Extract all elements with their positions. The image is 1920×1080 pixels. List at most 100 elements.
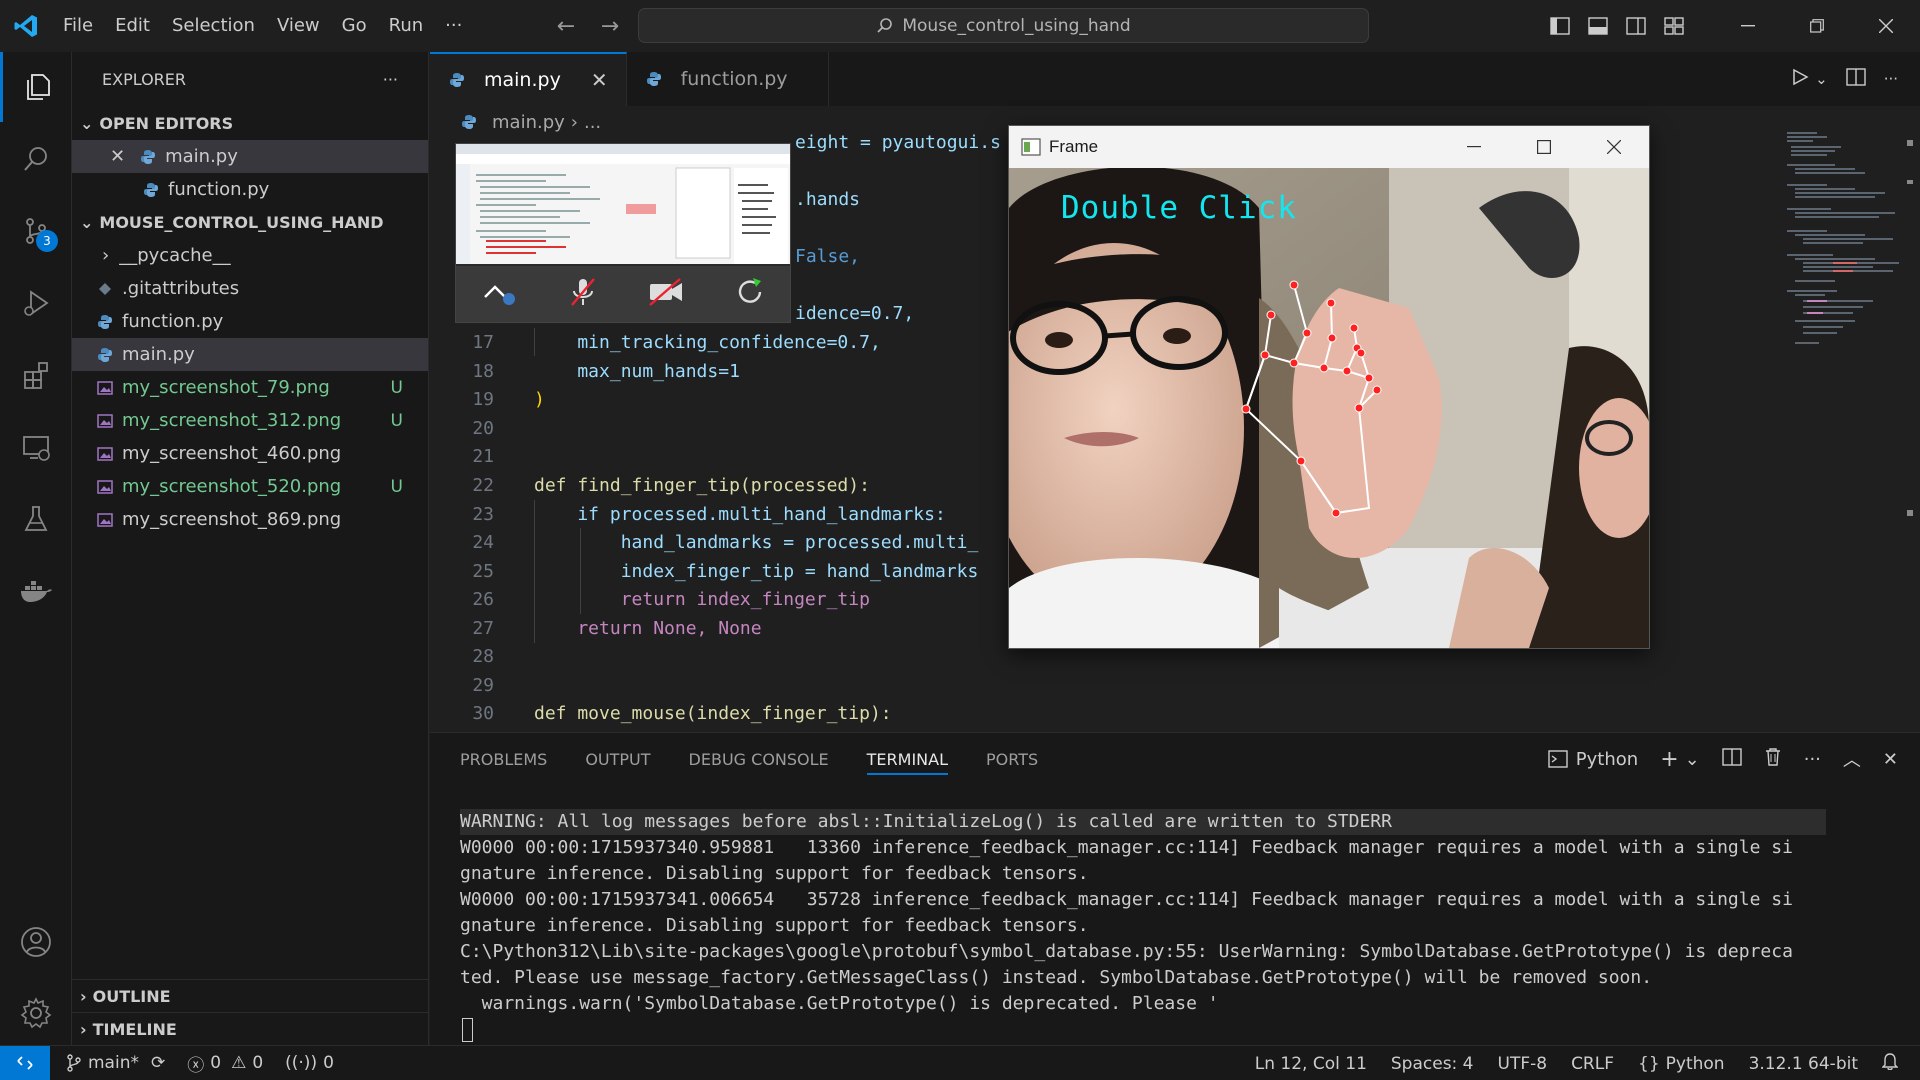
- run-and-debug-icon[interactable]: [0, 268, 72, 338]
- camera-off-icon[interactable]: [646, 277, 686, 311]
- open-editors-section[interactable]: ⌄ OPEN EDITORS: [72, 107, 428, 140]
- file-screenshot-460[interactable]: my_screenshot_460.png: [72, 437, 428, 470]
- file-screenshot-869[interactable]: my_screenshot_869.png: [72, 503, 428, 536]
- tab-main-py[interactable]: main.py ✕: [430, 52, 627, 106]
- file-main-py[interactable]: main.py: [72, 338, 428, 371]
- remote-explorer-icon[interactable]: [0, 412, 72, 482]
- close-tab-icon[interactable]: ✕: [591, 68, 608, 92]
- language-mode[interactable]: {} Python: [1638, 1054, 1725, 1074]
- error-count: 0: [210, 1053, 222, 1073]
- minimap[interactable]: [1783, 130, 1903, 400]
- screen-share-overlay: [455, 143, 791, 323]
- file-gitattributes[interactable]: .gitattributes: [72, 272, 428, 305]
- title-bar: File Edit Selection View Go Run ··· ← → …: [0, 0, 1920, 52]
- chevron-down-icon[interactable]: ⌄: [1685, 749, 1700, 770]
- folder-pycache[interactable]: › __pycache__: [72, 239, 428, 272]
- command-center-search[interactable]: Mouse_control_using_hand: [638, 8, 1369, 43]
- code-line: 29: [430, 671, 1780, 700]
- frame-title-bar[interactable]: Frame: [1009, 126, 1649, 168]
- accounts-icon[interactable]: [0, 907, 72, 977]
- forward-arrow-icon[interactable]: →: [596, 12, 624, 40]
- frame-maximize-icon[interactable]: [1509, 126, 1579, 168]
- tab-function-py[interactable]: function.py: [627, 52, 829, 106]
- open-editor-main-py[interactable]: ✕ main.py: [72, 140, 428, 173]
- tab-debug-console[interactable]: DEBUG CONSOLE: [689, 733, 829, 785]
- python-interpreter[interactable]: 3.12.1 64-bit: [1749, 1054, 1858, 1074]
- maximize-panel-chevron-up-icon[interactable]: ︿: [1843, 746, 1861, 772]
- menu-run[interactable]: Run: [378, 0, 435, 52]
- source-control-icon[interactable]: 3: [0, 196, 72, 266]
- new-terminal-plus-icon[interactable]: +: [1660, 747, 1678, 772]
- python-file-icon: [96, 313, 114, 331]
- file-screenshot-520[interactable]: my_screenshot_520.png U: [72, 470, 428, 503]
- sync-icon[interactable]: ⟳: [151, 1053, 165, 1073]
- tab-terminal[interactable]: TERMINAL: [866, 733, 949, 785]
- tab-output[interactable]: OUTPUT: [585, 733, 650, 785]
- testing-flask-icon[interactable]: [0, 484, 72, 554]
- close-window-icon[interactable]: [1851, 0, 1920, 52]
- project-folder-section[interactable]: ⌄ MOUSE_CONTROL_USING_HAND: [72, 206, 428, 239]
- menu-edit[interactable]: Edit: [104, 0, 161, 52]
- outline-section[interactable]: › OUTLINE: [72, 979, 429, 1012]
- git-branch-status[interactable]: main* ⟳: [66, 1053, 165, 1073]
- menu-more[interactable]: ···: [434, 0, 473, 52]
- microphone-muted-icon[interactable]: [566, 275, 600, 313]
- indentation[interactable]: Spaces: 4: [1391, 1054, 1474, 1074]
- tab-ports[interactable]: PORTS: [986, 733, 1038, 785]
- file-function-py[interactable]: function.py: [72, 305, 428, 338]
- menu-go[interactable]: Go: [331, 0, 378, 52]
- trash-icon[interactable]: [1764, 747, 1782, 772]
- screen-share-preview-thumbnail: [456, 144, 790, 264]
- image-file-icon: [96, 379, 114, 397]
- timeline-section[interactable]: › TIMELINE: [72, 1012, 429, 1045]
- problems-status[interactable]: ⓧ 0 ⚠ 0: [187, 1051, 263, 1076]
- toggle-secondary-sidebar-icon[interactable]: [1617, 0, 1655, 52]
- back-arrow-icon[interactable]: ←: [552, 12, 580, 40]
- search-view-icon[interactable]: [0, 124, 72, 194]
- collapse-chevron-up-icon[interactable]: [479, 277, 519, 311]
- restore-window-icon[interactable]: [1782, 0, 1851, 52]
- explorer-icon[interactable]: [0, 52, 72, 122]
- chevron-down-icon[interactable]: ⌄: [1815, 70, 1828, 88]
- menu-view[interactable]: View: [266, 0, 331, 52]
- editor-scrollbar[interactable]: [1906, 130, 1914, 530]
- menu-file[interactable]: File: [52, 0, 104, 52]
- close-icon[interactable]: ✕: [110, 146, 125, 167]
- explorer-more-actions[interactable]: ···: [383, 70, 398, 89]
- line-endings[interactable]: CRLF: [1571, 1054, 1614, 1074]
- more-actions-icon[interactable]: ···: [1884, 70, 1898, 88]
- title-bar-controls: [1541, 0, 1920, 52]
- notifications-bell-icon[interactable]: [1881, 1052, 1899, 1075]
- file-screenshot-79[interactable]: my_screenshot_79.png U: [72, 371, 428, 404]
- open-editor-function-py[interactable]: function.py: [72, 173, 428, 206]
- refresh-share-icon[interactable]: [733, 275, 767, 313]
- frame-minimize-icon[interactable]: [1439, 126, 1509, 168]
- run-python-file-icon[interactable]: [1791, 68, 1809, 90]
- file-screenshot-312[interactable]: my_screenshot_312.png U: [72, 404, 428, 437]
- ports-status[interactable]: ((·)) 0: [285, 1053, 334, 1073]
- docker-icon[interactable]: [0, 556, 72, 626]
- terminal-selector[interactable]: Python: [1548, 749, 1638, 770]
- frame-close-icon[interactable]: [1579, 126, 1649, 168]
- terminal-output[interactable]: WARNING: All log messages before absl::I…: [460, 809, 1826, 1043]
- menu-selection[interactable]: Selection: [161, 0, 266, 52]
- frame-window[interactable]: Frame Double Click: [1008, 125, 1650, 649]
- minimize-window-icon[interactable]: [1713, 0, 1782, 52]
- split-editor-icon[interactable]: [1845, 68, 1866, 90]
- frame-window-controls: [1439, 126, 1649, 168]
- split-terminal-icon[interactable]: [1722, 747, 1742, 771]
- code-text: def find_finger_tip(processed):: [534, 474, 870, 496]
- toggle-panel-icon[interactable]: [1579, 0, 1617, 52]
- file-encoding[interactable]: UTF-8: [1498, 1054, 1548, 1074]
- cursor-position[interactable]: Ln 12, Col 11: [1255, 1054, 1367, 1074]
- remote-window-icon[interactable]: [0, 1045, 50, 1080]
- close-panel-icon[interactable]: ✕: [1883, 749, 1898, 770]
- tab-problems[interactable]: PROBLEMS: [460, 733, 547, 785]
- customize-layout-icon[interactable]: [1655, 0, 1693, 52]
- extensions-icon[interactable]: [0, 340, 72, 410]
- toggle-primary-sidebar-icon[interactable]: [1541, 0, 1579, 52]
- outline-title: OUTLINE: [92, 986, 171, 1006]
- file-label: __pycache__: [119, 245, 231, 266]
- manage-gear-icon[interactable]: [0, 978, 72, 1048]
- more-actions-icon[interactable]: ···: [1804, 749, 1821, 770]
